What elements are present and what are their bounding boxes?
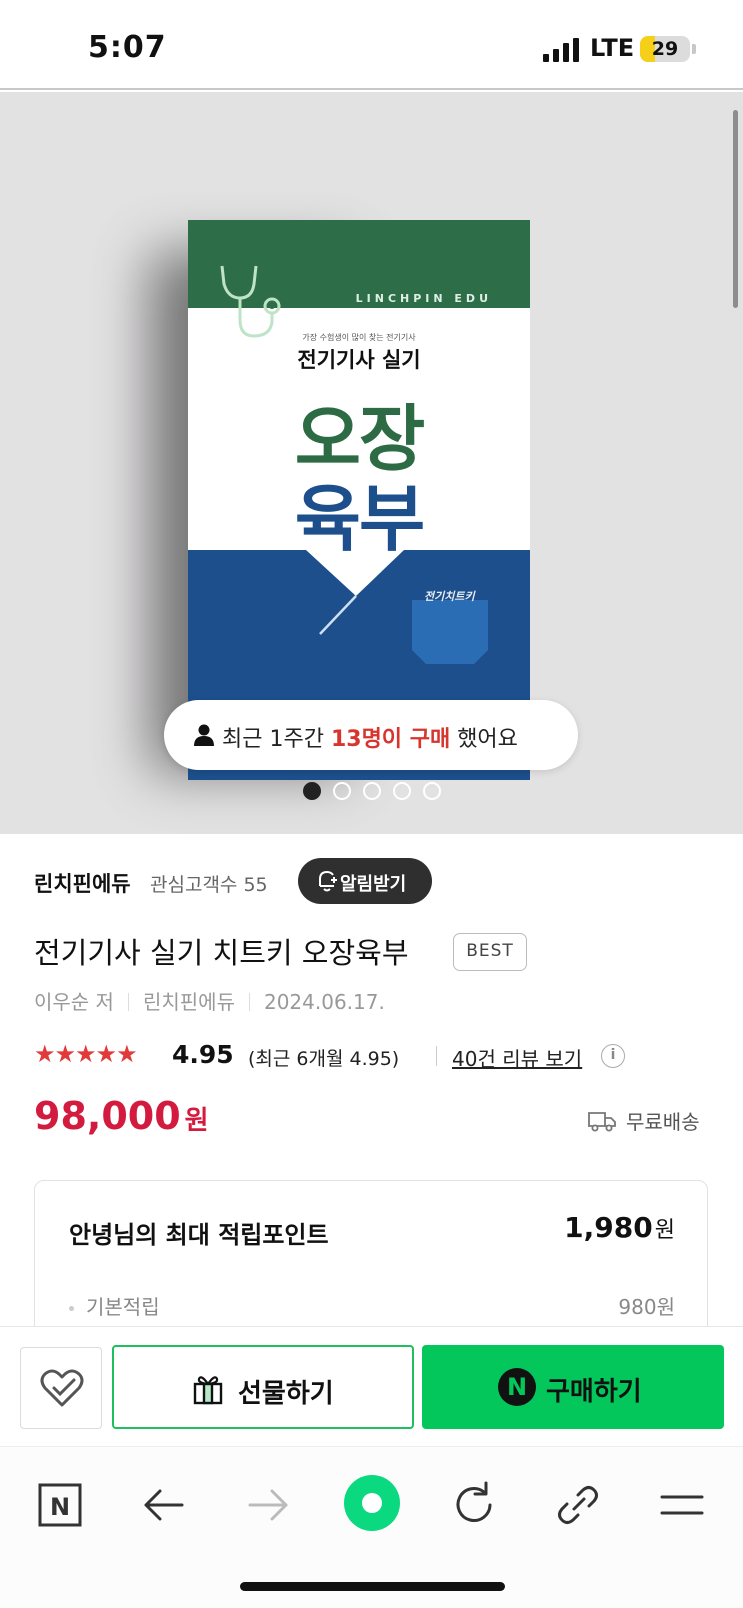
menu-icon[interactable] (654, 1477, 710, 1533)
price-amount: 98,000 (34, 1094, 181, 1138)
gift-icon (193, 1376, 223, 1405)
rating-row: ★★★★★ 4.95 (최근 6개월 4.95) 40건 리뷰 보기 i (34, 1040, 714, 1074)
cover-brand: LINCHPIN EDU (355, 292, 492, 305)
pagination-dot[interactable] (422, 782, 441, 800)
notification-subscribe-label: 알림받기 (340, 874, 407, 895)
best-badge: BEST (453, 933, 527, 971)
star-rating-icon: ★★★★★ (34, 1040, 138, 1068)
gift-button[interactable]: 선물하기 (112, 1345, 414, 1429)
shipping-label: 무료배송 (626, 1110, 700, 1134)
seller-name[interactable]: 린치핀에듀 (34, 868, 131, 898)
naver-home-icon[interactable]: N (32, 1477, 88, 1533)
notification-subscribe-button[interactable]: 알림받기 (298, 858, 432, 904)
price-currency: 원 (184, 1106, 209, 1136)
cover-subtitle: 전기기사 실기 (297, 348, 421, 372)
svg-text:N: N (50, 1493, 70, 1521)
back-arrow-icon[interactable] (136, 1477, 192, 1533)
points-heading: 안녕님의 최대 적립포인트 (69, 1221, 329, 1249)
cover-pocket-label: 전기치트키 (424, 590, 475, 603)
reload-icon[interactable] (446, 1477, 502, 1533)
status-time: 5:07 (88, 30, 167, 65)
forward-arrow-icon[interactable] (240, 1477, 296, 1533)
recent-buyers-text: 최근 1주간 13명이 구매 했어요 (222, 727, 518, 752)
pagination-dot[interactable] (362, 782, 381, 800)
recent-buyers-count: 13명이 구매 (330, 727, 451, 752)
product-price: 98,000 원 (34, 1094, 209, 1138)
pagination-dot[interactable] (392, 782, 411, 800)
buy-button[interactable]: N 구매하기 (422, 1345, 724, 1429)
rating-divider (436, 1046, 437, 1066)
points-box: 안녕님의 최대 적립포인트 1,980원 기본적립 980원 (34, 1180, 708, 1340)
points-total: 1,980원 (564, 1211, 675, 1244)
recent-buyers-badge: 최근 1주간 13명이 구매 했어요 (164, 700, 578, 770)
info-icon[interactable]: i (601, 1044, 625, 1068)
recent-rating: (최근 6개월 4.95) (248, 1048, 400, 1070)
bell-plus-icon (319, 870, 337, 892)
person-icon (194, 724, 214, 746)
product-date: 2024.06.17. (263, 990, 385, 1014)
reviews-link[interactable]: 40건 리뷰 보기 (452, 1043, 582, 1072)
stethoscope-icon (220, 265, 281, 338)
seller-row: 린치핀에듀 관심고객수 55 알림받기 (34, 858, 714, 904)
battery-level: 29 (651, 38, 679, 60)
gallery-pagination (0, 782, 743, 802)
buy-label: 구매하기 (546, 1377, 642, 1407)
rating-score: 4.95 (172, 1040, 234, 1069)
network-type: LTE (590, 34, 635, 62)
product-title: 전기기사 실기 치트키 오장육부 (34, 936, 409, 970)
naver-pay-icon: N (498, 1368, 536, 1406)
battery-tip (692, 44, 696, 54)
heart-check-icon (40, 1369, 84, 1407)
points-basic-value: 980원 (618, 1295, 675, 1319)
browser-toolbar: N (0, 1446, 743, 1608)
pagination-dot[interactable] (332, 782, 351, 800)
seller-followers: 관심고객수 55 (150, 874, 268, 896)
green-dot-icon[interactable] (342, 1473, 402, 1533)
product-meta: 이우순 저 린치핀에듀 2024.06.17. (34, 986, 385, 1015)
truck-icon (588, 1112, 616, 1132)
home-indicator[interactable] (240, 1582, 505, 1591)
product-author: 이우순 저 (34, 990, 114, 1014)
battery-icon: 29 (640, 36, 690, 62)
points-basic-label: 기본적립 (69, 1291, 160, 1320)
link-icon[interactable] (550, 1477, 606, 1533)
scrollbar[interactable] (733, 110, 738, 308)
gift-label: 선물하기 (238, 1379, 334, 1409)
cover-tagline: 가장 수험생이 많이 찾는 전기기사 (302, 333, 416, 342)
status-bar: 5:07 LTE 29 (0, 0, 743, 90)
pagination-dot[interactable] (302, 782, 321, 800)
purchase-bar: 선물하기 N 구매하기 (0, 1326, 743, 1446)
product-publisher: 린치핀에듀 (142, 990, 235, 1014)
product-image-gallery[interactable]: LINCHPIN EDU 가장 수험생이 많이 찾는 전기기사 전기기사 실기 … (0, 92, 743, 834)
book-cover-image: LINCHPIN EDU 가장 수험생이 많이 찾는 전기기사 전기기사 실기 … (188, 220, 530, 780)
signal-icon (543, 38, 579, 62)
wishlist-button[interactable] (20, 1347, 102, 1429)
